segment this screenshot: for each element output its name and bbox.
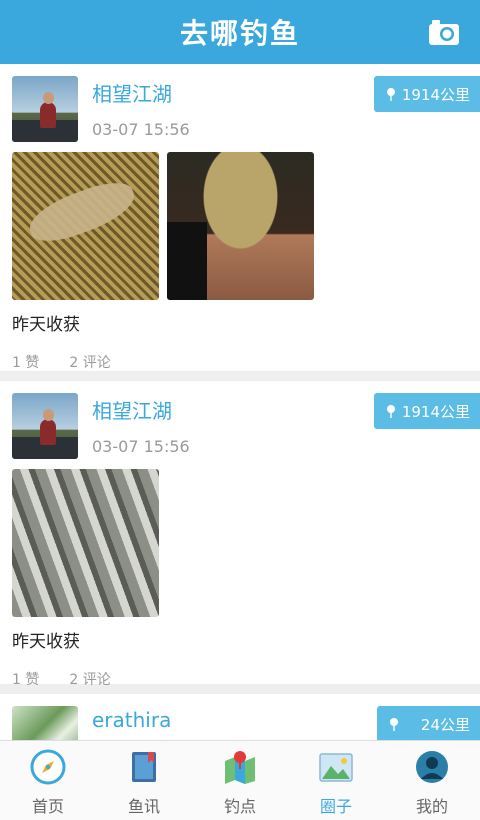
post-photo[interactable] xyxy=(167,152,314,300)
tab-news[interactable]: 鱼讯 xyxy=(96,741,192,820)
post-username[interactable]: erathira xyxy=(92,708,171,732)
book-icon xyxy=(132,752,156,782)
distance-badge: 1914公里 xyxy=(373,76,480,112)
comment-count[interactable]: 2 评论 xyxy=(69,669,110,689)
post-meta: 1 赞 2 评论 xyxy=(12,352,111,372)
like-count[interactable]: 1 赞 xyxy=(12,352,39,372)
distance-text: 24公里 xyxy=(420,715,470,734)
post-time: 03-07 15:56 xyxy=(92,437,190,456)
distance-text: 1914公里 xyxy=(401,85,470,104)
avatar[interactable] xyxy=(12,706,78,740)
post-meta: 1 赞 2 评论 xyxy=(12,669,111,689)
tab-me[interactable]: 我的 xyxy=(384,741,480,820)
map-pin-icon xyxy=(225,751,255,784)
avatar[interactable] xyxy=(12,76,78,142)
tab-home[interactable]: 首页 xyxy=(0,741,96,820)
feed-list[interactable]: 相望江湖 03-07 15:56 1914公里 昨天收获 1 赞 2 评论 相望… xyxy=(0,64,480,740)
bottom-tab-bar: 首页 鱼讯 钓点 圈子 我的 xyxy=(0,740,480,820)
app-title: 去哪钓鱼 xyxy=(179,17,300,50)
post-card[interactable]: 相望江湖 03-07 15:56 1914公里 昨天收获 1 赞 2 评论 xyxy=(0,381,480,688)
location-pin-icon xyxy=(386,405,395,418)
tab-label: 钓点 xyxy=(223,797,256,816)
photo-icon xyxy=(319,753,353,782)
distance-badge: 24公里 xyxy=(376,706,480,740)
post-photos xyxy=(12,469,159,617)
distance-text: 1914公里 xyxy=(401,402,470,421)
post-card[interactable]: 相望江湖 03-07 15:56 1914公里 昨天收获 1 赞 2 评论 xyxy=(0,64,480,371)
avatar[interactable] xyxy=(12,393,78,459)
post-username[interactable]: 相望江湖 xyxy=(92,78,172,107)
post-photo[interactable] xyxy=(12,469,159,617)
tab-circle[interactable]: 圈子 xyxy=(288,741,384,820)
comment-count[interactable]: 2 评论 xyxy=(69,352,110,372)
tab-spots[interactable]: 钓点 xyxy=(192,741,288,820)
camera-icon[interactable] xyxy=(428,18,460,46)
tab-label: 圈子 xyxy=(319,797,352,816)
location-pin-icon xyxy=(389,718,398,731)
compass-icon xyxy=(30,749,66,785)
app-header: 去哪钓鱼 xyxy=(0,0,480,64)
post-caption: 昨天收获 xyxy=(12,315,80,335)
post-photos xyxy=(12,152,314,300)
post-photo[interactable] xyxy=(12,152,159,300)
post-username[interactable]: 相望江湖 xyxy=(92,395,172,424)
distance-badge: 1914公里 xyxy=(373,393,480,429)
tab-label: 我的 xyxy=(415,797,448,816)
location-pin-icon xyxy=(386,88,395,101)
post-card[interactable]: erathira 24公里 xyxy=(0,694,480,740)
like-count[interactable]: 1 赞 xyxy=(12,669,39,689)
post-time: 03-07 15:56 xyxy=(92,120,190,139)
user-icon xyxy=(416,751,448,783)
tab-label: 鱼讯 xyxy=(127,797,160,816)
post-caption: 昨天收获 xyxy=(12,632,80,652)
tab-label: 首页 xyxy=(31,797,64,816)
